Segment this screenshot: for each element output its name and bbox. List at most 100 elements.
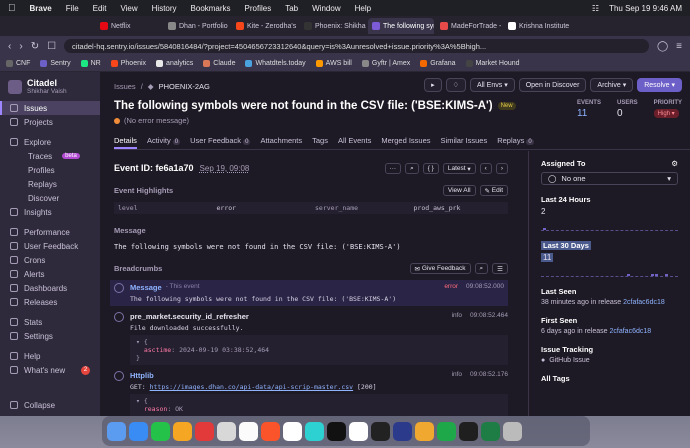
tab-details[interactable]: Details xyxy=(114,136,137,149)
menu-icon[interactable]: ≡ xyxy=(676,41,682,52)
dock-app-icon[interactable] xyxy=(107,421,126,441)
tab-user-feedback[interactable]: User Feedback 0 xyxy=(190,136,251,149)
sidebar-item-what-s-new[interactable]: What's new 2 xyxy=(0,363,100,377)
give-feedback-button[interactable]: ✉ Give Feedback xyxy=(409,263,471,274)
menu-app-name[interactable]: Brave xyxy=(30,4,52,13)
dock-app-icon[interactable] xyxy=(481,421,500,441)
more-options-icon[interactable]: ··· xyxy=(384,163,402,174)
reload-icon[interactable]: ↻ xyxy=(31,41,39,52)
dock-app-icon[interactable] xyxy=(151,421,170,441)
bookmark-item[interactable]: Phoenix xyxy=(110,60,146,67)
envs-dropdown[interactable]: All Envs ▾ xyxy=(469,78,515,92)
dock-app-icon[interactable] xyxy=(129,421,148,441)
browser-tab[interactable]: The following symbo xyxy=(368,18,434,34)
bookmark-icon[interactable]: ☐ xyxy=(47,41,56,52)
breadcrumb-issues[interactable]: Issues xyxy=(114,82,136,91)
sidebar-item-discover[interactable]: Discover xyxy=(0,191,100,205)
last-seen-release-link[interactable]: 2cfafac6dc18 xyxy=(623,299,665,306)
assignee-dropdown[interactable]: ◯ No one ▾ xyxy=(541,172,678,185)
collapse-button[interactable]: Collapse xyxy=(0,398,65,412)
archive-button[interactable]: Archive ▾ xyxy=(590,78,634,92)
sidebar-item-user-feedback[interactable]: User Feedback xyxy=(0,239,100,253)
menu-file[interactable]: File xyxy=(66,4,79,13)
dock-app-icon[interactable] xyxy=(283,421,302,441)
edit-button[interactable]: ✎ Edit xyxy=(479,185,508,196)
bookmark-item[interactable]: analytics xyxy=(156,60,193,67)
brave-shield-icon[interactable]: ◯ xyxy=(657,41,668,52)
breadcrumb-search-icon[interactable]: ⌕ xyxy=(474,263,489,274)
sidebar-item-replays[interactable]: Replays xyxy=(0,177,100,191)
tab-tags[interactable]: Tags xyxy=(312,136,328,149)
tab-similar-issues[interactable]: Similar Issues xyxy=(441,136,488,149)
browser-tab[interactable]: Kite - Zerodha's fast an xyxy=(232,18,298,34)
dock-app-icon[interactable] xyxy=(217,421,236,441)
dock-app-icon[interactable] xyxy=(349,421,368,441)
menu-window[interactable]: Window xyxy=(312,4,340,13)
last24-sparkline[interactable] xyxy=(541,219,678,231)
sidebar-item-projects[interactable]: Projects xyxy=(0,115,100,129)
browser-tab[interactable]: Krishna Institute Of Med xyxy=(504,18,570,34)
menu-tab[interactable]: Tab xyxy=(285,4,298,13)
dock-app-icon[interactable] xyxy=(371,421,390,441)
sidebar-item-alerts[interactable]: Alerts xyxy=(0,267,100,281)
dock-app-icon[interactable] xyxy=(305,421,324,441)
prev-event-icon[interactable]: ‹ xyxy=(479,163,492,174)
bookmark-item[interactable]: Grafana xyxy=(420,60,456,67)
events-count[interactable]: 11 xyxy=(577,108,601,119)
sidebar-item-issues[interactable]: Issues xyxy=(0,101,100,115)
menu-history[interactable]: History xyxy=(152,4,177,13)
bookmark-item[interactable]: Sentry xyxy=(40,60,71,67)
dock-app-icon[interactable] xyxy=(437,421,456,441)
wifi-icon[interactable]: ☷ xyxy=(592,4,599,13)
bookmark-item[interactable]: Gyftr | Amex xyxy=(361,60,410,67)
sidebar-item-settings[interactable]: Settings xyxy=(0,329,100,343)
view-all-button[interactable]: View All xyxy=(442,185,476,196)
org-switcher[interactable]: Citadel Shikhar Vaish xyxy=(0,78,100,101)
forward-icon[interactable]: › xyxy=(19,41,22,52)
browser-tab[interactable]: Phoenix: Shikhar xyxy=(300,18,366,34)
bookmark-item[interactable]: Whatdtels.today xyxy=(245,60,306,67)
menu-view[interactable]: View xyxy=(120,4,137,13)
dock-app-icon[interactable] xyxy=(195,421,214,441)
sidebar-item-performance[interactable]: Performance xyxy=(0,225,100,239)
latest-dropdown[interactable]: Latest ▾ xyxy=(442,163,476,174)
sidebar-item-crons[interactable]: Crons xyxy=(0,253,100,267)
browser-tab[interactable]: MadeForTrade - Join the xyxy=(436,18,502,34)
dock-app-icon[interactable] xyxy=(327,421,346,441)
menu-help[interactable]: Help xyxy=(355,4,371,13)
sidebar-item-help[interactable]: Help xyxy=(0,349,100,363)
last30-sparkline[interactable] xyxy=(541,265,678,277)
sidebar-item-stats[interactable]: Stats xyxy=(0,315,100,329)
priority-dropdown[interactable]: High ▾ xyxy=(653,109,679,118)
first-seen-release-link[interactable]: 2cfafac6dc18 xyxy=(610,328,652,335)
bell-icon[interactable]: ♢ xyxy=(445,78,466,92)
dock-app-icon[interactable] xyxy=(393,421,412,441)
sidebar-item-explore[interactable]: Explore xyxy=(0,135,100,149)
next-event-icon[interactable]: › xyxy=(495,163,508,174)
tab-activity[interactable]: Activity 0 xyxy=(147,136,181,149)
menu-bookmarks[interactable]: Bookmarks xyxy=(191,4,231,13)
url-bar[interactable]: citadel-hq.sentry.io/issues/5840816484/?… xyxy=(64,39,649,53)
http-url-link[interactable]: https://images.dhan.co/api-data/api-scri… xyxy=(150,383,354,391)
dock-app-icon[interactable] xyxy=(459,421,478,441)
tab-attachments[interactable]: Attachments xyxy=(260,136,302,149)
browser-tab[interactable]: Netflix xyxy=(96,18,162,34)
bookmark-item[interactable]: Claude xyxy=(203,60,235,67)
menu-edit[interactable]: Edit xyxy=(93,4,107,13)
dock-app-icon[interactable] xyxy=(503,421,522,441)
dock-app-icon[interactable] xyxy=(415,421,434,441)
dock-app-icon[interactable] xyxy=(239,421,258,441)
open-in-discover-button[interactable]: Open in Discover xyxy=(518,78,587,92)
dock-app-icon[interactable] xyxy=(261,421,280,441)
sidebar-item-traces[interactable]: Traces beta xyxy=(0,149,100,163)
bookmark-item[interactable]: CNF xyxy=(6,60,30,67)
sidebar-item-dashboards[interactable]: Dashboards xyxy=(0,281,100,295)
menu-clock[interactable]: Thu Sep 19 9:46 AM xyxy=(609,4,682,13)
bookmark-item[interactable]: NR xyxy=(80,60,101,67)
bookmark-item[interactable]: AWS bill xyxy=(315,60,352,67)
back-icon[interactable]: ‹ xyxy=(8,41,11,52)
sidebar-item-insights[interactable]: Insights xyxy=(0,205,100,219)
sidebar-item-profiles[interactable]: Profiles xyxy=(0,163,100,177)
apple-icon[interactable]:  xyxy=(8,3,16,14)
search-icon[interactable]: ⌕ xyxy=(405,163,419,174)
